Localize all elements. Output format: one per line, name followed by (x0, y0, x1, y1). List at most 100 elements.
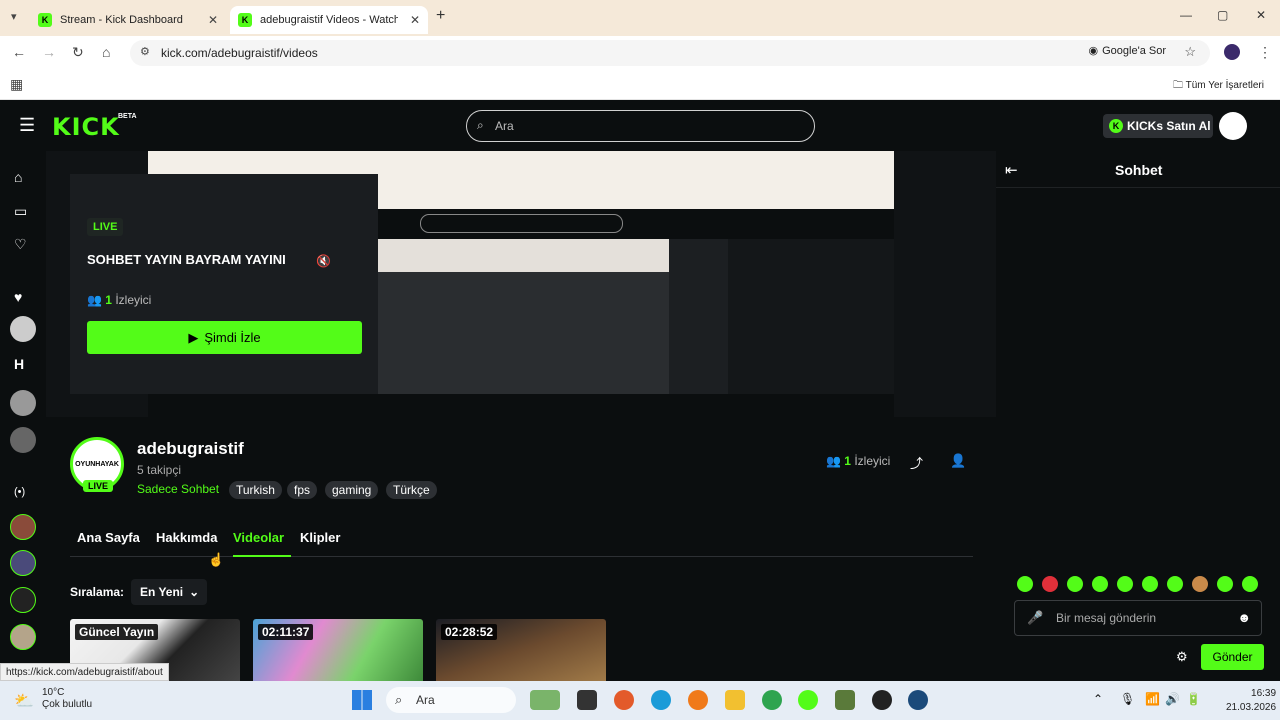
collapse-chat-icon[interactable]: ⇤ (1005, 161, 1018, 179)
wifi-icon[interactable]: 📶 (1145, 692, 1160, 706)
address-bar-row: ← → ↻ ⌂ ⚙ kick.com/adebugraistif/videos … (0, 36, 1280, 70)
minecraft-icon[interactable] (835, 690, 855, 710)
browser-tab-dashboard[interactable]: K Stream - Kick Dashboard ✕ (30, 6, 226, 34)
emote-icon[interactable] (1142, 576, 1158, 592)
weather-widget[interactable]: 10°C Çok bulutlu (42, 687, 92, 711)
user-avatar[interactable] (1219, 112, 1247, 140)
tab-ana-sayfa[interactable]: Ana Sayfa (77, 530, 140, 545)
tag-gaming[interactable]: gaming (325, 481, 379, 499)
emote-icon[interactable] (1092, 576, 1108, 592)
chrome-icon[interactable] (762, 690, 782, 710)
live-overlay-card: LIVE SOHBET YAYIN BAYRAM YAYINI 🔇 👥 1 İz… (70, 174, 378, 394)
emote-icon[interactable] (1117, 576, 1133, 592)
bookmark-star-icon[interactable]: ☆ (1184, 44, 1196, 60)
kick-header: ☰ KICK BETA ⌕ Ara K KICKs Satın Al (0, 101, 1280, 151)
emote-icon[interactable] (1242, 576, 1258, 592)
preview-search (420, 214, 623, 233)
taskbar-app-icon[interactable] (530, 690, 560, 710)
minimize-icon[interactable]: — (1180, 8, 1192, 22)
muted-audio-icon[interactable]: 🔇 (316, 254, 331, 268)
home-icon[interactable]: ⌂ (102, 44, 110, 60)
task-view-icon[interactable] (577, 690, 597, 710)
chat-settings-gear-icon[interactable]: ⚙ (1176, 649, 1188, 665)
windows-start-icon[interactable] (352, 690, 372, 710)
tab-videolar[interactable]: Videolar (233, 530, 284, 545)
emote-icon[interactable] (1217, 576, 1233, 592)
followed-channel-avatar[interactable] (10, 316, 36, 342)
send-button[interactable]: Gönder (1201, 644, 1264, 670)
close-tab-icon[interactable]: ✕ (208, 13, 218, 27)
system-clock[interactable]: 16:39 21.03.2026 (1226, 687, 1276, 715)
followed-channel-avatar[interactable] (10, 427, 36, 453)
video-label: 02:11:37 (258, 624, 314, 640)
reload-icon[interactable]: ↻ (72, 44, 84, 61)
browser-tab-videos[interactable]: K adebugraistif Videos - Watch Clips ✕ (230, 6, 428, 34)
taskbar-search[interactable]: ⌕ Ara (386, 687, 516, 713)
recommended-channel-avatar[interactable] (10, 587, 36, 613)
home-icon[interactable]: ⌂ (14, 169, 22, 185)
all-bookmarks[interactable]: 🗀 Tüm Yer İşaretleri (1173, 78, 1264, 95)
apps-grid-icon[interactable]: ▦ (10, 76, 23, 93)
new-tab-button[interactable]: + (436, 7, 445, 25)
live-broadcast-icon[interactable]: (•) (14, 486, 25, 498)
emote-icon[interactable] (1017, 576, 1033, 592)
site-info-icon[interactable]: ⚙ (140, 45, 150, 58)
volume-icon[interactable]: 🔊 (1165, 692, 1180, 706)
video-thumbnail[interactable]: 02:11:37 (253, 619, 423, 681)
emoji-picker-icon[interactable]: ☻ (1237, 610, 1251, 625)
firefox-icon[interactable] (688, 690, 708, 710)
video-thumbnail[interactable]: 02:28:52 (436, 619, 606, 681)
emote-icon[interactable] (1167, 576, 1183, 592)
tab-klipler[interactable]: Klipler (300, 530, 340, 545)
emote-icon[interactable] (1192, 576, 1208, 592)
browse-icon[interactable]: ▭ (14, 203, 27, 220)
close-window-icon[interactable]: ✕ (1256, 8, 1266, 22)
share-icon[interactable]: ⤴ (910, 453, 923, 472)
back-icon[interactable]: ← (12, 44, 26, 60)
chat-message-input[interactable]: 🎤 Bir mesaj gönderin ☻ (1014, 600, 1262, 636)
obs-icon[interactable] (872, 690, 892, 710)
followed-channel-icon[interactable]: H (14, 356, 24, 372)
hamburger-menu-icon[interactable]: ☰ (19, 115, 35, 136)
file-explorer-icon[interactable] (725, 690, 745, 710)
microphone-icon[interactable]: 🎤 (1027, 610, 1043, 626)
kick-logo[interactable]: KICK (52, 113, 120, 141)
microphone-tray-icon[interactable]: 🎙 (1120, 692, 1135, 706)
tab-hakkimda[interactable]: Hakkımda (156, 530, 217, 545)
buy-kicks-button[interactable]: K KICKs Satın Al (1103, 114, 1213, 138)
recommended-channel-avatar[interactable] (10, 624, 36, 650)
menu-dots-icon[interactable]: ⋮ (1258, 44, 1272, 61)
edge-icon[interactable] (651, 690, 671, 710)
emote-icon[interactable] (1042, 576, 1058, 592)
copilot-icon[interactable] (614, 690, 634, 710)
tab-search-icon[interactable]: ▾ (11, 10, 17, 23)
steam-icon[interactable] (908, 690, 928, 710)
sort-select[interactable]: En Yeni ⌄ (131, 579, 207, 605)
omnibox[interactable]: ⚙ kick.com/adebugraistif/videos ◉ Google… (130, 40, 1210, 66)
url-text[interactable]: kick.com/adebugraistif/videos (161, 46, 318, 60)
battery-icon[interactable]: 🔋 (1186, 692, 1201, 706)
close-tab-icon[interactable]: ✕ (410, 13, 420, 27)
followed-channel-avatar[interactable] (10, 390, 36, 416)
follow-user-icon[interactable]: 👤 (950, 453, 966, 469)
recommended-channel-avatar[interactable] (10, 514, 36, 540)
favorites-heart-icon[interactable]: ♥ (14, 289, 22, 305)
kick-app-icon[interactable] (798, 690, 818, 710)
emote-icon[interactable] (1067, 576, 1083, 592)
profile-icon[interactable] (1224, 44, 1240, 60)
watch-now-button[interactable]: ▶ Şimdi İzle (87, 321, 362, 354)
video-player[interactable]: LIVE SOHBET YAYIN BAYRAM YAYINI 🔇 👥 1 İz… (46, 151, 996, 417)
following-icon[interactable]: ♡ (14, 236, 27, 253)
maximize-icon[interactable]: ▢ (1217, 8, 1228, 22)
chat-placeholder: Bir mesaj gönderin (1056, 611, 1157, 625)
tray-chevron-icon[interactable]: ⌃ (1093, 692, 1103, 706)
forward-icon[interactable]: → (42, 44, 56, 60)
google-sor-button[interactable]: ◉ Google'a Sor (1089, 44, 1166, 58)
channel-category[interactable]: Sadece Sohbet (137, 482, 219, 496)
weather-cloud-icon[interactable]: ⛅ (14, 691, 34, 711)
tag-fps[interactable]: fps (287, 481, 318, 499)
search-input[interactable]: ⌕ Ara (466, 110, 815, 142)
recommended-channel-avatar[interactable] (10, 550, 36, 576)
tag-turkish[interactable]: Turkish (229, 481, 282, 499)
tag-turkce[interactable]: Türkçe (386, 481, 437, 499)
